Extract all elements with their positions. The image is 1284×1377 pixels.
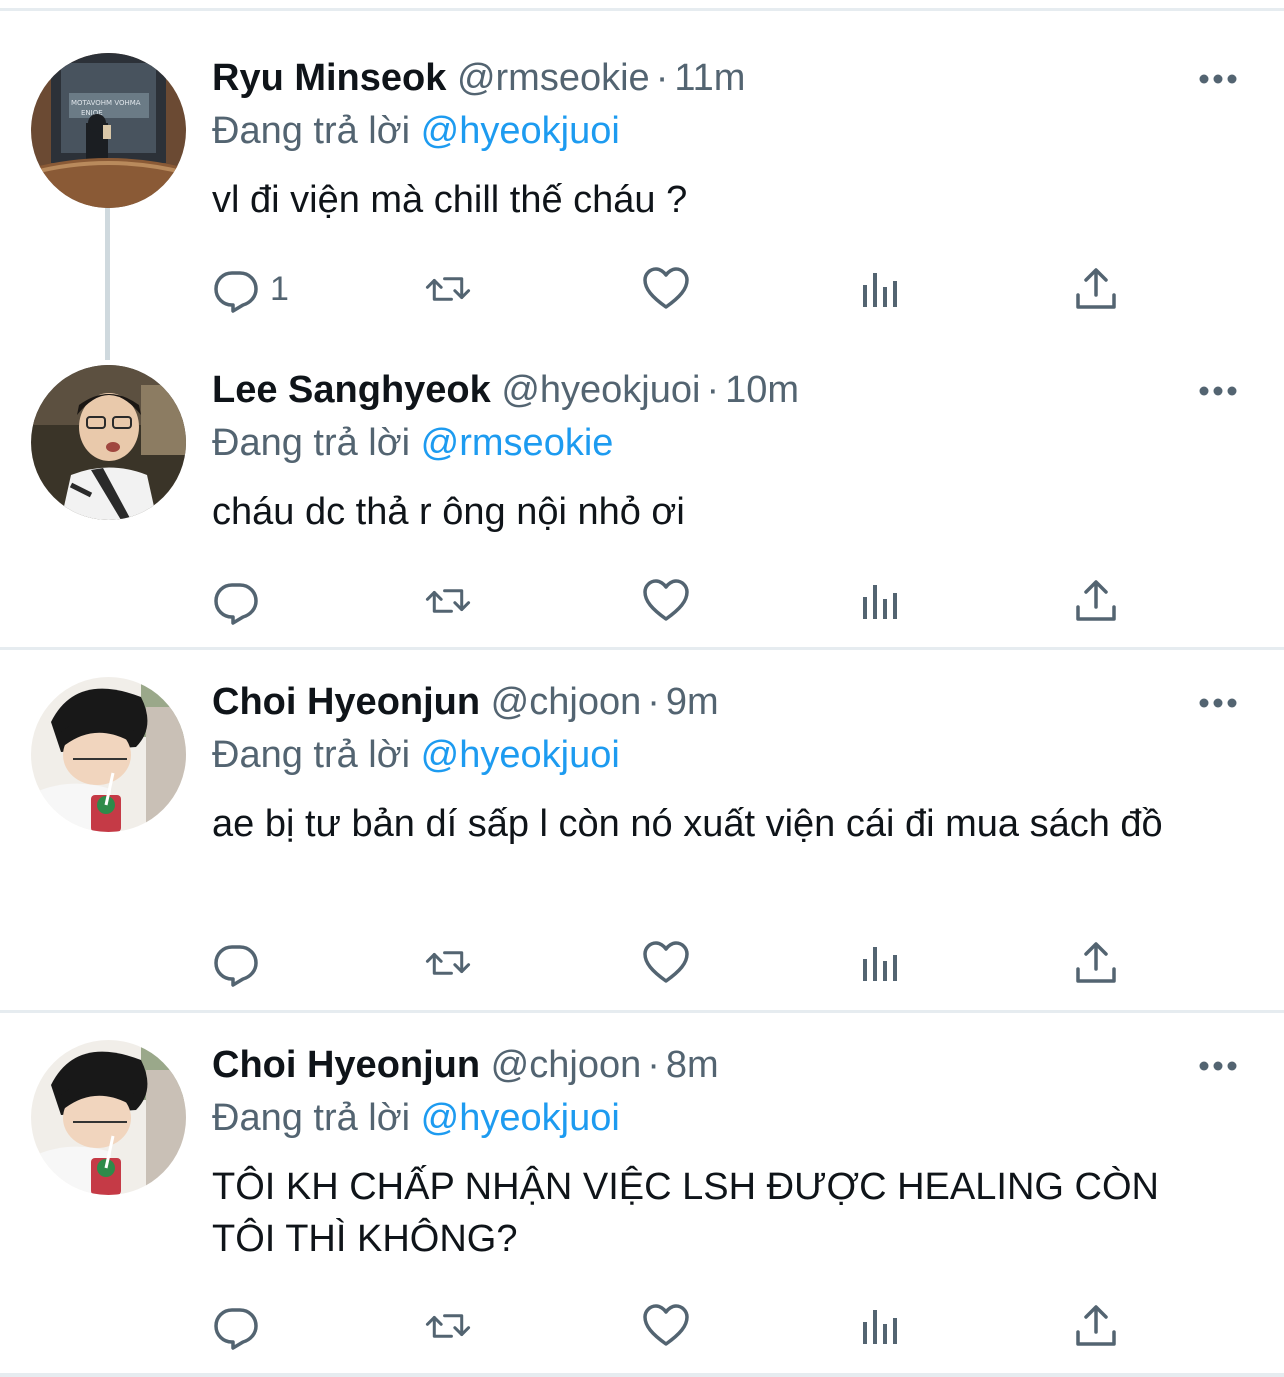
display-name[interactable]: Choi Hyeonjun — [212, 681, 480, 723]
analytics-icon — [863, 947, 897, 981]
share-icon — [1076, 1305, 1116, 1346]
tweet-text: cháu dc thả r ông nội nhỏ ơi — [212, 491, 685, 533]
retweet-icon — [425, 951, 471, 975]
retweet-button[interactable] — [424, 263, 472, 315]
more-options-icon[interactable] — [1198, 64, 1238, 94]
mention-link[interactable]: @rmseokie — [421, 422, 614, 464]
retweet-button[interactable] — [424, 575, 472, 627]
tweet-header: Lee Sanghyeok @hyeokjuoi · 10m — [212, 364, 799, 416]
timestamp[interactable]: 8m — [666, 1044, 719, 1086]
share-icon — [1076, 268, 1116, 309]
tweet-actions — [212, 575, 1132, 627]
reply-button[interactable] — [212, 937, 270, 989]
tweet-2[interactable]: Lee Sanghyeok @hyeokjuoi · 10m Đang trả lờ… — [0, 312, 1284, 647]
reply-button[interactable] — [212, 575, 270, 627]
display-name[interactable]: Choi Hyeonjun — [212, 1044, 480, 1086]
avatar[interactable]: MOTAVOHM VOHMA ENIOE — [31, 53, 186, 208]
retweet-button[interactable] — [424, 937, 472, 989]
more-options-icon[interactable] — [1198, 688, 1238, 718]
like-button[interactable] — [642, 937, 690, 989]
replying-to: Đang trả lời @hyeokjuoi — [212, 729, 620, 781]
replying-to-label: Đang trả lời — [212, 734, 411, 776]
avatar-photo-drink — [31, 677, 186, 832]
svg-text:MOTAVOHM VOHMA: MOTAVOHM VOHMA — [71, 99, 141, 107]
share-icon — [1076, 580, 1116, 621]
user-handle[interactable]: @rmseokie — [457, 57, 650, 99]
share-button[interactable] — [1072, 575, 1120, 627]
avatar[interactable] — [31, 677, 186, 832]
avatar[interactable] — [31, 365, 186, 520]
tweet-actions — [212, 1300, 1132, 1352]
retweet-icon — [425, 1314, 471, 1338]
tweet-header: Ryu Minseok @rmseokie · 11m — [212, 52, 745, 104]
reply-count: 1 — [270, 269, 289, 308]
heart-icon — [643, 1304, 689, 1346]
display-name[interactable]: Ryu Minseok — [212, 57, 446, 99]
avatar-photo-drink — [31, 1040, 186, 1195]
replying-to-label: Đang trả lời — [212, 1097, 411, 1139]
views-button[interactable] — [857, 263, 905, 315]
timestamp[interactable]: 11m — [674, 57, 745, 99]
retweet-button[interactable] — [424, 1300, 472, 1352]
replying-to: Đang trả lời @rmseokie — [212, 417, 613, 469]
tweet-3[interactable]: Choi Hyeonjun @chjoon · 9m Đang trả lời @h… — [0, 624, 1284, 1010]
like-button[interactable] — [642, 263, 690, 315]
reply-icon — [214, 945, 258, 987]
share-button[interactable] — [1072, 1300, 1120, 1352]
separator-dot: · — [655, 57, 669, 99]
tweet-actions: 1 — [212, 263, 1132, 315]
user-handle[interactable]: @chjoon — [491, 681, 642, 723]
replying-to-label: Đang trả lời — [212, 110, 411, 152]
replying-to-label: Đang trả lời — [212, 422, 411, 464]
avatar-photo-elevator: MOTAVOHM VOHMA ENIOE — [31, 53, 186, 208]
reply-icon — [214, 1308, 258, 1350]
reply-icon — [214, 583, 258, 625]
avatar-photo-car — [31, 365, 186, 520]
like-button[interactable] — [642, 1300, 690, 1352]
reply-button[interactable]: 1 — [212, 263, 289, 315]
reply-button[interactable] — [212, 1300, 270, 1352]
more-options-icon[interactable] — [1198, 376, 1238, 406]
heart-icon — [643, 579, 689, 621]
reply-icon — [214, 271, 258, 313]
views-button[interactable] — [857, 1300, 905, 1352]
more-options-icon[interactable] — [1198, 1051, 1238, 1081]
share-icon — [1076, 942, 1116, 983]
share-button[interactable] — [1072, 937, 1120, 989]
tweet-actions — [212, 937, 1132, 989]
heart-icon — [643, 267, 689, 309]
like-button[interactable] — [642, 575, 690, 627]
tweet-1[interactable]: MOTAVOHM VOHMA ENIOE Ryu Minseok @rmseok… — [0, 0, 1284, 340]
separator-dot: · — [647, 1044, 660, 1086]
views-button[interactable] — [857, 937, 905, 989]
tweet-text: ae bị tư bản dí sấp l còn nó xuất viện c… — [212, 803, 1163, 845]
tweet-text: vl đi viện mà chill thế cháu ? — [212, 179, 688, 221]
mention-link[interactable]: @hyeokjuoi — [421, 1097, 620, 1139]
mention-link[interactable]: @hyeokjuoi — [421, 734, 620, 776]
replying-to: Đang trả lời @hyeokjuoi — [212, 1092, 620, 1144]
views-button[interactable] — [857, 575, 905, 627]
analytics-icon — [863, 585, 897, 619]
retweet-icon — [425, 277, 471, 301]
share-button[interactable] — [1072, 263, 1120, 315]
tweet-header: Choi Hyeonjun @chjoon · 8m — [212, 1039, 719, 1091]
user-handle[interactable]: @hyeokjuoi — [501, 369, 700, 411]
replying-to: Đang trả lời @hyeokjuoi — [212, 105, 620, 157]
timestamp[interactable]: 9m — [666, 681, 719, 723]
tweet-divider — [0, 1373, 1284, 1377]
user-handle[interactable]: @chjoon — [491, 1044, 642, 1086]
separator-dot: · — [706, 369, 720, 411]
mention-link[interactable]: @hyeokjuoi — [421, 110, 620, 152]
separator-dot: · — [647, 681, 660, 723]
retweet-icon — [425, 589, 471, 613]
tweet-header: Choi Hyeonjun @chjoon · 9m — [212, 676, 719, 728]
tweet-text: TÔI KH CHẤP NHẬN VIỆC LSH ĐƯỢC HEALING C… — [212, 1166, 1159, 1260]
avatar[interactable] — [31, 1040, 186, 1195]
tweet-4[interactable]: Choi Hyeonjun @chjoon · 8m Đang trả lời @h… — [0, 987, 1284, 1373]
heart-icon — [643, 941, 689, 983]
timestamp[interactable]: 10m — [725, 369, 799, 411]
display-name[interactable]: Lee Sanghyeok — [212, 369, 491, 411]
analytics-icon — [863, 1310, 897, 1344]
analytics-icon — [863, 273, 897, 307]
